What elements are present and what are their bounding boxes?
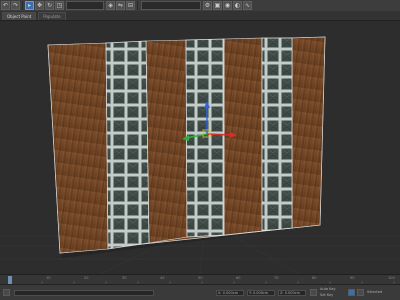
timeline-tick-label: 80 <box>312 276 317 280</box>
toolbar-divider <box>137 1 138 10</box>
tab-object-paint[interactable]: Object Paint <box>2 12 37 20</box>
prompt-line <box>14 290 154 296</box>
maxscript-listener-icon[interactable] <box>3 289 10 296</box>
render-frame-icon[interactable]: ▣ <box>213 1 222 10</box>
y-coordinate-field[interactable]: Y: 0.000cm <box>247 290 275 296</box>
play-icon[interactable] <box>348 289 355 296</box>
set-key-label[interactable]: Set Key <box>320 293 333 297</box>
curve-editor-icon[interactable]: ∿ <box>243 1 252 10</box>
timeline-tick-label: 70 <box>274 276 279 280</box>
ribbon-tabs: Object Paint Populate <box>0 11 400 21</box>
x-coordinate-value: X: 0.000cm <box>218 291 239 295</box>
snap-icon[interactable]: ◈ <box>106 1 115 10</box>
status-bar: X: 0.000cm Y: 0.000cm Z: 0.000cm Auto Ke… <box>0 284 400 300</box>
timeline-tick-label: 40 <box>160 276 165 280</box>
material-editor-icon[interactable]: ◐ <box>233 1 242 10</box>
perspective-viewport[interactable] <box>0 21 400 274</box>
scale-icon[interactable]: ◳ <box>55 1 64 10</box>
app-window: ↶ ↷ ▸ ✥ ↻ ◳ ◈ ⇋ ⊟ ⚙ ▣ ◉ ◐ ∿ Object Paint… <box>0 0 400 300</box>
select-icon[interactable]: ▸ <box>25 1 34 10</box>
timeline-tick-label: 0 <box>8 276 11 280</box>
render-icon[interactable]: ◉ <box>223 1 232 10</box>
auto-key-label[interactable]: Auto Key <box>320 287 336 291</box>
z-coordinate-value: Z: 0.000cm <box>280 291 301 295</box>
timeline-tick-label: 90 <box>350 276 355 280</box>
main-toolbar: ↶ ↷ ▸ ✥ ↻ ◳ ◈ ⇋ ⊟ ⚙ ▣ ◉ ◐ ∿ <box>0 0 400 11</box>
render-setup-icon[interactable]: ⚙ <box>203 1 212 10</box>
timeline-tick-label: 50 <box>198 276 203 280</box>
timeline-tick-label: 20 <box>84 276 89 280</box>
y-coordinate-value: Y: 0.000cm <box>249 291 269 295</box>
toolbar-divider <box>22 1 23 10</box>
align-icon[interactable]: ⊟ <box>126 1 135 10</box>
move-icon[interactable]: ✥ <box>35 1 44 10</box>
timeline[interactable]: 0 10 20 30 40 50 60 70 80 90 100 <box>0 274 400 285</box>
timeline-tick-label: 60 <box>236 276 241 280</box>
tab-populate[interactable]: Populate <box>38 12 66 20</box>
timeline-tick-label: 10 <box>46 276 51 280</box>
mirror-icon[interactable]: ⇋ <box>116 1 125 10</box>
lock-selection-icon[interactable] <box>310 289 317 296</box>
named-selection-dropdown[interactable] <box>141 1 201 10</box>
timeline-tick-label: 100 <box>388 276 395 280</box>
redo-icon[interactable]: ↷ <box>11 1 20 10</box>
undo-icon[interactable]: ↶ <box>1 1 10 10</box>
x-coordinate-field[interactable]: X: 0.000cm <box>216 290 244 296</box>
viewport-canvas <box>0 36 400 274</box>
reference-coordinate-dropdown[interactable] <box>66 1 104 10</box>
selected-label: Selected <box>367 290 383 294</box>
rotate-icon[interactable]: ↻ <box>45 1 54 10</box>
wall-model[interactable] <box>47 36 326 254</box>
timeline-tick-label: 30 <box>122 276 127 280</box>
z-coordinate-field[interactable]: Z: 0.000cm <box>278 290 306 296</box>
next-frame-icon[interactable] <box>357 289 364 296</box>
